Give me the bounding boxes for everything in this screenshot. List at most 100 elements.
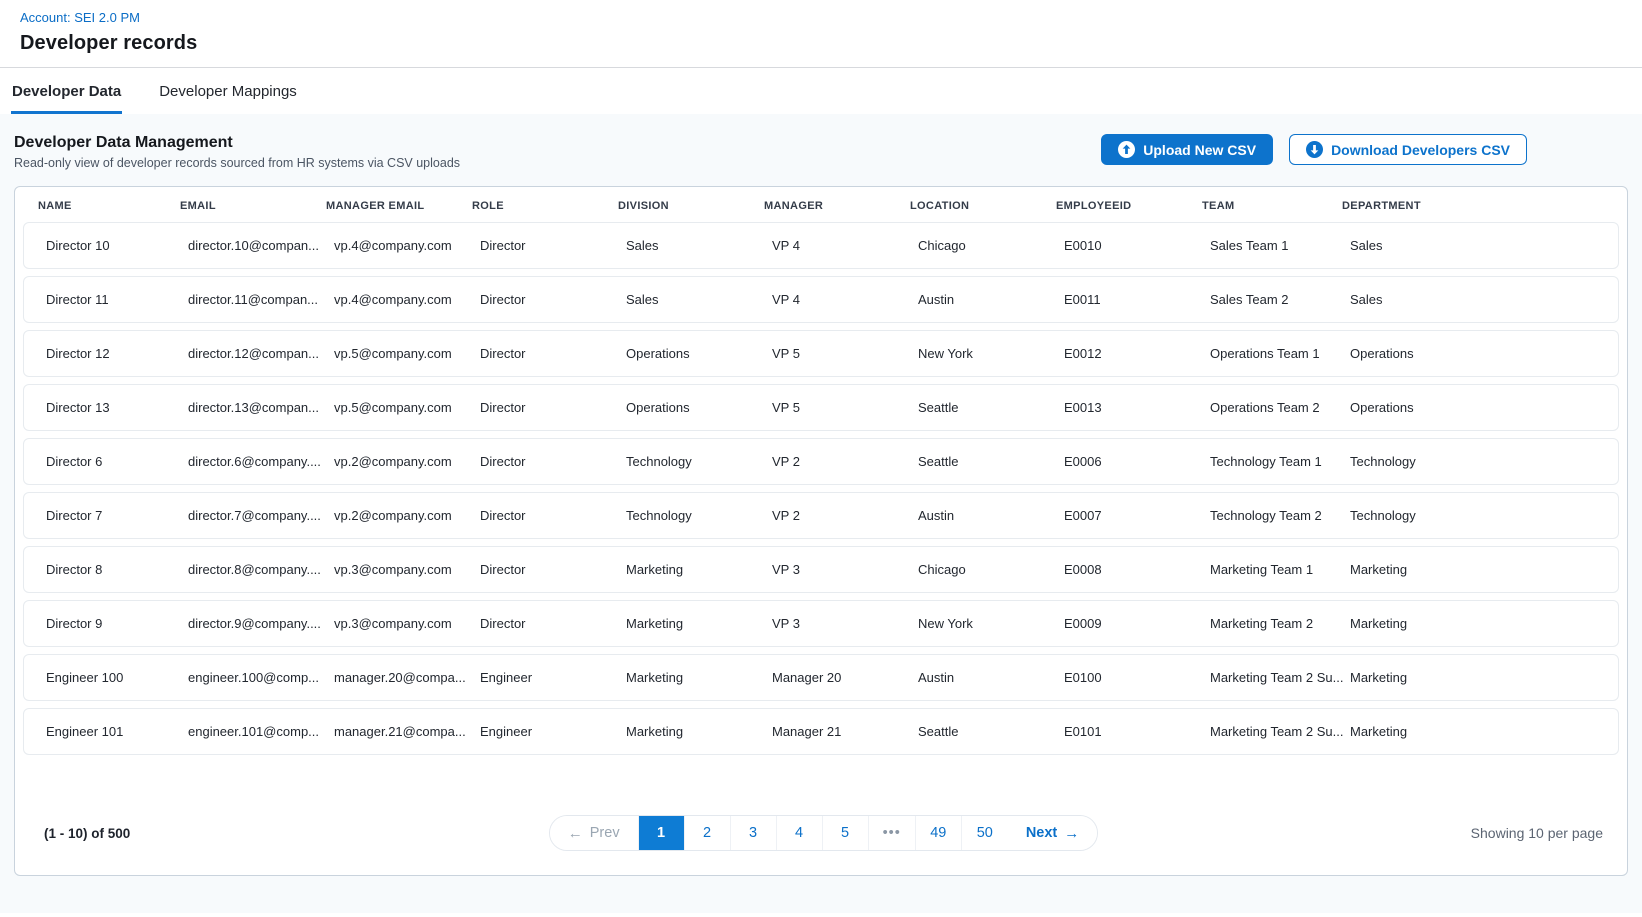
cell-department: Sales (1350, 292, 1618, 307)
cell-location: Chicago (918, 238, 1064, 253)
table-row: Director 7 director.7@company.... vp.2@c… (23, 492, 1619, 539)
cell-team: Technology Team 2 (1210, 508, 1350, 523)
pagination-page-49[interactable]: 49 (916, 816, 962, 850)
cell-manager: Manager 20 (772, 670, 918, 685)
column-header-division: Division (618, 200, 764, 212)
download-developers-csv-button[interactable]: Download Developers CSV (1289, 134, 1527, 165)
main-content: Developer Data Management Read-only view… (0, 114, 1642, 913)
cell-manager-email: vp.3@company.com (334, 562, 480, 577)
cell-name: Director 9 (46, 616, 188, 631)
cell-division: Marketing (626, 724, 772, 739)
cell-team: Marketing Team 2 (1210, 616, 1350, 631)
cell-team: Marketing Team 1 (1210, 562, 1350, 577)
column-header-manager-email: Manager Email (326, 200, 472, 212)
cell-manager-email: vp.5@company.com (334, 400, 480, 415)
cell-location: Austin (918, 508, 1064, 523)
cell-team: Sales Team 1 (1210, 238, 1350, 253)
pagination-prev-button[interactable]: ← Prev (550, 816, 639, 850)
page-title: Developer records (20, 32, 1618, 55)
pagination-page-5[interactable]: 5 (823, 816, 869, 850)
cell-role: Director (480, 238, 626, 253)
column-header-name: Name (38, 200, 180, 212)
upload-new-csv-button[interactable]: Upload New CSV (1101, 134, 1273, 165)
cell-employeeid: E0007 (1064, 508, 1210, 523)
account-breadcrumb-link[interactable]: Account: SEI 2.0 PM (20, 10, 1618, 25)
result-range-label: (1 - 10) of 500 (44, 826, 549, 841)
cell-email: director.13@compan... (188, 400, 334, 415)
arrow-left-icon: ← (568, 826, 583, 841)
cell-location: Seattle (918, 454, 1064, 469)
cell-location: Seattle (918, 724, 1064, 739)
pagination-next-button[interactable]: Next → (1008, 816, 1097, 850)
upload-button-label: Upload New CSV (1143, 142, 1256, 158)
column-header-location: Location (910, 200, 1056, 212)
cell-location: Austin (918, 670, 1064, 685)
tab-developer-data[interactable]: Developer Data (11, 68, 122, 114)
pagination-page-2[interactable]: 2 (685, 816, 731, 850)
cell-name: Director 7 (46, 508, 188, 523)
cell-manager: VP 2 (772, 454, 918, 469)
column-header-role: Role (472, 200, 618, 212)
cell-email: director.9@company.... (188, 616, 334, 631)
arrow-right-icon: → (1064, 826, 1079, 841)
cell-employeeid: E0011 (1064, 292, 1210, 307)
next-label: Next (1026, 825, 1057, 841)
pagination: ← Prev 12345•••4950 Next → (549, 815, 1099, 851)
cell-manager-email: vp.2@company.com (334, 454, 480, 469)
pagination-page-3[interactable]: 3 (731, 816, 777, 850)
cell-email: director.8@company.... (188, 562, 334, 577)
cell-role: Director (480, 616, 626, 631)
cell-department: Marketing (1350, 724, 1618, 739)
cell-employeeid: E0013 (1064, 400, 1210, 415)
cell-employeeid: E0012 (1064, 346, 1210, 361)
table-row: Engineer 100 engineer.100@comp... manage… (23, 654, 1619, 701)
cell-name: Director 13 (46, 400, 188, 415)
cell-team: Operations Team 1 (1210, 346, 1350, 361)
cell-role: Director (480, 400, 626, 415)
section-title-block: Developer Data Management Read-only view… (14, 134, 460, 170)
cell-manager: Manager 21 (772, 724, 918, 739)
download-button-label: Download Developers CSV (1331, 142, 1510, 158)
cell-department: Technology (1350, 454, 1618, 469)
cell-department: Marketing (1350, 616, 1618, 631)
cell-manager-email: vp.5@company.com (334, 346, 480, 361)
cell-department: Marketing (1350, 562, 1618, 577)
cell-employeeid: E0010 (1064, 238, 1210, 253)
cell-location: New York (918, 346, 1064, 361)
cell-employeeid: E0101 (1064, 724, 1210, 739)
table-header-row: Name Email Manager Email Role Division M… (15, 187, 1627, 221)
cell-manager-email: vp.4@company.com (334, 238, 480, 253)
cell-role: Engineer (480, 670, 626, 685)
cell-manager: VP 4 (772, 292, 918, 307)
table-row: Engineer 101 engineer.101@comp... manage… (23, 708, 1619, 755)
cell-division: Operations (626, 400, 772, 415)
cell-name: Engineer 100 (46, 670, 188, 685)
cell-location: Seattle (918, 400, 1064, 415)
download-icon (1306, 141, 1323, 158)
cell-division: Sales (626, 238, 772, 253)
cell-division: Technology (626, 508, 772, 523)
pagination-page-1[interactable]: 1 (639, 816, 685, 850)
pagination-ellipsis: ••• (869, 816, 916, 850)
cell-division: Operations (626, 346, 772, 361)
cell-email: director.7@company.... (188, 508, 334, 523)
cell-manager-email: vp.4@company.com (334, 292, 480, 307)
upload-icon (1118, 141, 1135, 158)
cell-email: director.12@compan... (188, 346, 334, 361)
cell-email: engineer.100@comp... (188, 670, 334, 685)
cell-email: director.10@compan... (188, 238, 334, 253)
cell-role: Engineer (480, 724, 626, 739)
pagination-page-50[interactable]: 50 (962, 816, 1008, 850)
cell-team: Marketing Team 2 Su... (1210, 724, 1350, 739)
developer-table-card: Name Email Manager Email Role Division M… (14, 186, 1628, 876)
section-header: Developer Data Management Read-only view… (14, 128, 1628, 186)
cell-manager: VP 3 (772, 562, 918, 577)
tab-developer-mappings[interactable]: Developer Mappings (158, 68, 298, 114)
pagination-page-4[interactable]: 4 (777, 816, 823, 850)
section-subtitle: Read-only view of developer records sour… (14, 156, 460, 170)
cell-name: Director 6 (46, 454, 188, 469)
page-header: Account: SEI 2.0 PM Developer records (0, 0, 1642, 67)
cell-manager-email: vp.2@company.com (334, 508, 480, 523)
cell-name: Director 10 (46, 238, 188, 253)
table-body: Director 10 director.10@compan... vp.4@c… (15, 221, 1627, 762)
